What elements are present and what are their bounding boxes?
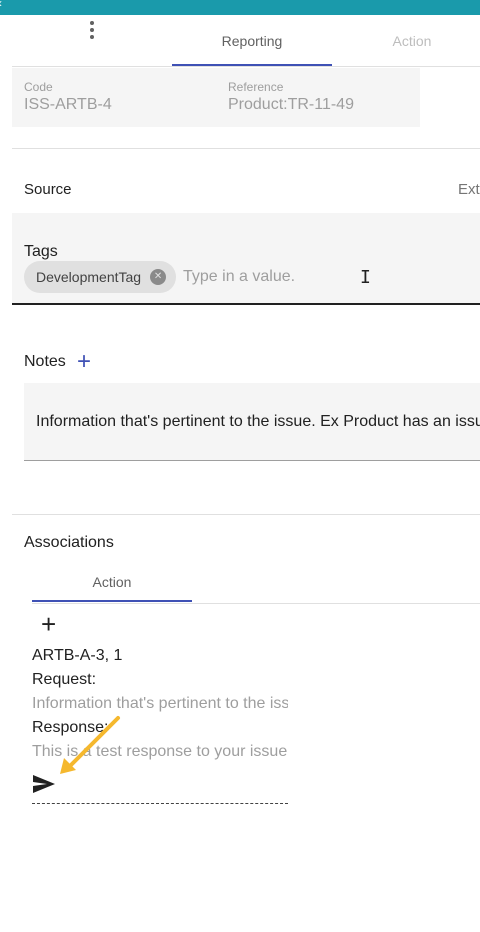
more-vert-icon[interactable] — [84, 18, 100, 44]
code-value: ISS-ARTB-4 — [24, 96, 112, 113]
tab-reporting[interactable]: Reporting — [172, 15, 332, 66]
tag-input[interactable] — [183, 267, 353, 287]
annotation-arrow — [60, 716, 120, 774]
app-header-bar: ‹ — [0, 0, 480, 15]
section-divider — [12, 148, 480, 149]
code-label: Code — [24, 80, 53, 94]
request-label: Request: — [32, 671, 97, 688]
cancel-circle-icon[interactable]: ✕ — [150, 269, 167, 285]
reference-label: Reference — [228, 80, 284, 94]
text-cursor-icon: I — [360, 267, 371, 288]
add-association-icon[interactable]: + — [41, 611, 56, 637]
send-icon[interactable] — [32, 773, 56, 795]
tags-field[interactable]: Tags DevelopmentTag ✕ I — [12, 213, 480, 305]
back-arrow-icon[interactable]: ‹ — [0, 0, 2, 10]
tab-associations-action[interactable]: Action — [32, 562, 192, 602]
association-item-title: ARTB-A-3, 1 — [32, 647, 123, 664]
tab-action[interactable]: Action — [332, 15, 480, 66]
add-note-icon[interactable]: + — [77, 350, 91, 374]
response-underline — [32, 803, 288, 804]
note-card[interactable]: Information that's pertinent to the issu… — [24, 383, 480, 461]
tabs-divider — [12, 66, 480, 67]
reference-value: Product:TR-11-49 — [228, 96, 354, 113]
source-label: Source — [24, 181, 72, 198]
notes-label: Notes — [24, 353, 66, 370]
section-divider — [12, 514, 480, 515]
tags-label: Tags — [24, 243, 58, 260]
associations-label: Associations — [24, 534, 114, 551]
active-tab-indicator — [32, 600, 192, 602]
note-text: Information that's pertinent to the issu… — [36, 413, 480, 430]
issue-info-panel: Code ISS-ARTB-4 Reference Product:TR-11-… — [12, 68, 420, 127]
associations-tabs-divider — [32, 603, 480, 604]
tag-chip[interactable]: DevelopmentTag ✕ — [24, 261, 177, 293]
request-text: Information that's pertinent to the issu… — [32, 695, 288, 712]
tag-chip-label: DevelopmentTag — [36, 269, 142, 285]
external-label: Exte — [458, 181, 480, 198]
